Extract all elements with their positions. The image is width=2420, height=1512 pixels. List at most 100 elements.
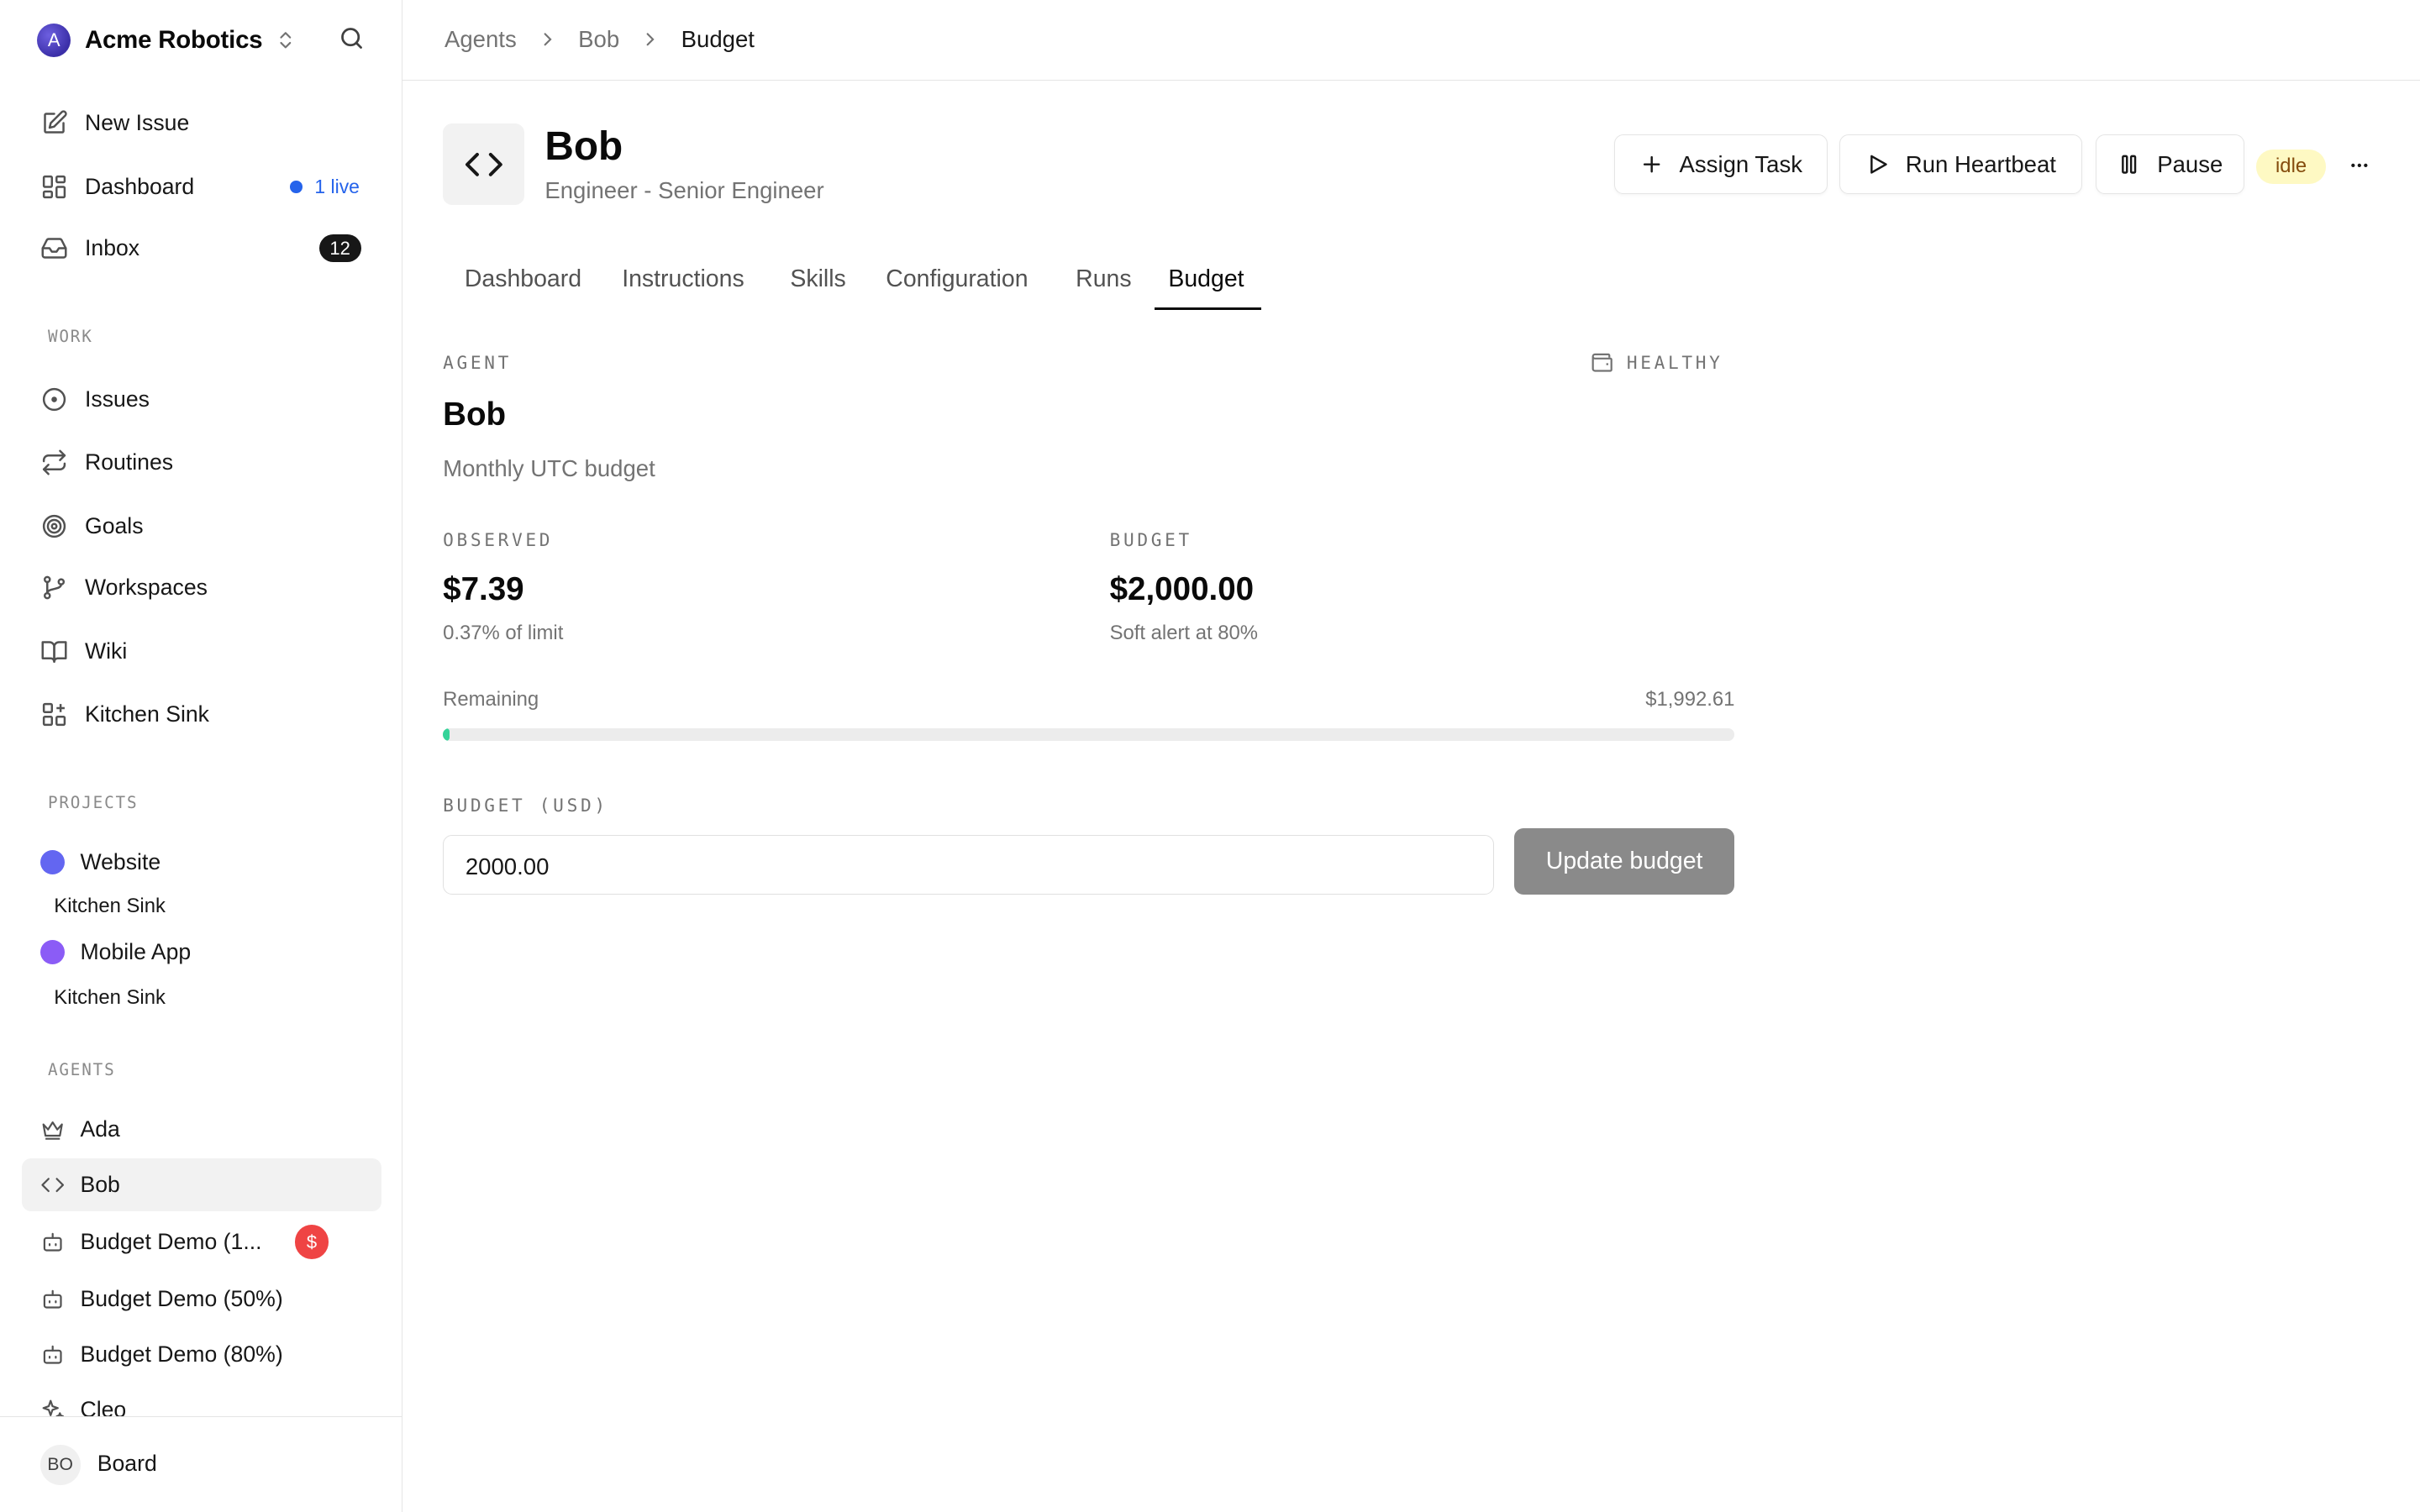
health-status: HEALTHY — [1626, 352, 1723, 374]
sidebar-item-workspaces[interactable]: Workspaces — [22, 560, 381, 616]
org-avatar: A — [37, 23, 71, 57]
new-issue-button[interactable]: New Issue — [22, 96, 381, 151]
repeat-icon — [40, 449, 68, 476]
sidebar-item-dashboard[interactable]: Dashboard 1 live — [22, 159, 381, 214]
tab-budget[interactable]: Budget — [1168, 265, 1244, 293]
book-open-icon — [40, 638, 68, 665]
budget-scope-label: AGENT — [443, 351, 513, 373]
topbar: Agents Bob Budget — [402, 0, 2420, 81]
sidebar-project-mobile-app[interactable]: Mobile App — [22, 929, 381, 975]
observed-label: OBSERVED — [443, 528, 554, 550]
wiki-label: Wiki — [84, 638, 128, 664]
sidebar-subitem-kitchen-sink[interactable]: Kitchen Sink — [54, 986, 166, 1010]
org-name: Acme Robotics — [85, 25, 263, 54]
active-tab-indicator — [1154, 307, 1261, 311]
plus-icon — [1643, 155, 1660, 173]
breadcrumb-bob[interactable]: Bob — [578, 26, 619, 53]
page-title: Bob — [544, 123, 623, 169]
section-label-agents: AGENTS — [47, 1059, 116, 1079]
chevron-right-icon — [639, 29, 661, 50]
tab-skills[interactable]: Skills — [790, 265, 845, 293]
observed-percent: 0.37% of limit — [443, 622, 564, 645]
sidebar-agent-ada[interactable]: Ada — [22, 1103, 381, 1155]
sidebar-project-website[interactable]: Website — [22, 839, 381, 885]
agent-label: Bob — [80, 1172, 120, 1198]
breadcrumb-agents[interactable]: Agents — [445, 26, 517, 53]
remaining-value: $1,992.61 — [1645, 688, 1735, 711]
goals-label: Goals — [84, 512, 144, 538]
run-heartbeat-label: Run Heartbeat — [1905, 150, 2056, 177]
bot-icon — [40, 1342, 65, 1367]
agent-label: Budget Demo (50%) — [80, 1285, 283, 1311]
project-color-dot — [39, 850, 66, 875]
more-horizontal-icon[interactable] — [2343, 148, 2376, 181]
budget-title: Bob — [443, 396, 507, 433]
project-label: Website — [80, 849, 161, 875]
sidebar-agent-budget-demo-50[interactable]: Budget Demo (50%) — [22, 1273, 381, 1325]
budget-period: Monthly UTC budget — [443, 454, 655, 481]
breadcrumb-budget: Budget — [681, 26, 755, 53]
agent-icon — [443, 123, 525, 206]
search-icon[interactable] — [338, 24, 369, 55]
sidebar-footer: BO Board — [0, 1416, 402, 1512]
assign-task-label: Assign Task — [1679, 150, 1803, 177]
budget-progress-bar — [443, 727, 1735, 741]
kitchen-sink-label: Kitchen Sink — [84, 701, 209, 727]
inbox-count-badge: 12 — [318, 234, 361, 263]
org-switcher[interactable]: A Acme Robotics — [37, 22, 297, 59]
pencil-square-icon — [40, 109, 68, 137]
issues-label: Issues — [84, 386, 150, 412]
crown-icon — [40, 1117, 65, 1142]
bot-icon — [40, 1230, 65, 1254]
breadcrumb: Agents Bob Budget — [445, 26, 755, 53]
budget-amount-value: $2,000.00 — [1109, 570, 1255, 607]
sidebar-item-routines[interactable]: Routines — [22, 435, 381, 491]
git-branch-icon — [40, 574, 68, 601]
sidebar-agent-budget-demo-1[interactable]: Budget Demo (1... $ — [22, 1215, 381, 1268]
update-budget-button[interactable]: Update budget — [1513, 828, 1735, 895]
wallet-icon — [1591, 353, 1612, 372]
project-label: Mobile App — [80, 938, 192, 964]
play-icon — [1870, 155, 1887, 174]
project-color-dot — [39, 939, 66, 964]
pause-button[interactable]: Pause — [2096, 134, 2244, 195]
tab-instructions[interactable]: Instructions — [622, 265, 744, 293]
dashboard-icon — [40, 173, 68, 201]
bot-icon — [40, 1287, 65, 1311]
assign-task-button[interactable]: Assign Task — [1614, 134, 1828, 195]
sidebar-agent-budget-demo-80[interactable]: Budget Demo (80%) — [22, 1328, 381, 1380]
tab-runs[interactable]: Runs — [1076, 265, 1131, 293]
sidebar-item-wiki[interactable]: Wiki — [22, 623, 381, 679]
section-label-projects: PROJECTS — [47, 793, 139, 813]
budget-amount-label: BUDGET — [1109, 528, 1192, 550]
new-issue-label: New Issue — [84, 110, 190, 136]
pause-icon — [2122, 155, 2137, 174]
routines-label: Routines — [84, 449, 174, 475]
sidebar-item-kitchen-sink[interactable]: Kitchen Sink — [22, 686, 381, 742]
sidebar-subitem-kitchen-sink[interactable]: Kitchen Sink — [54, 895, 166, 918]
agent-label: Ada — [80, 1116, 120, 1142]
run-heartbeat-button[interactable]: Run Heartbeat — [1839, 134, 2082, 195]
user-name[interactable]: Board — [97, 1451, 157, 1477]
inbox-label: Inbox — [84, 235, 140, 261]
sidebar-agent-bob[interactable]: Bob — [21, 1158, 381, 1211]
tab-dashboard[interactable]: Dashboard — [465, 265, 581, 293]
sidebar-item-issues[interactable]: Issues — [22, 372, 381, 428]
pause-label: Pause — [2157, 150, 2223, 177]
status-badge: idle — [2256, 150, 2326, 184]
sidebar-item-inbox[interactable]: Inbox 12 — [22, 221, 381, 276]
tab-configuration[interactable]: Configuration — [886, 265, 1028, 293]
live-indicator: 1 live — [290, 176, 360, 198]
code-icon — [465, 152, 502, 176]
budget-input[interactable] — [443, 834, 1494, 895]
budget-progress-fill — [443, 727, 450, 741]
sidebar-item-goals[interactable]: Goals — [22, 498, 381, 554]
workspaces-label: Workspaces — [84, 575, 208, 601]
chevrons-up-down-icon — [275, 29, 297, 51]
dashboard-label: Dashboard — [84, 173, 195, 199]
inbox-icon — [40, 234, 68, 262]
health-indicator: HEALTHY — [1590, 350, 1723, 375]
section-label-work: WORK — [47, 327, 93, 347]
avatar[interactable]: BO — [39, 1445, 81, 1485]
remaining-label: Remaining — [443, 688, 539, 711]
